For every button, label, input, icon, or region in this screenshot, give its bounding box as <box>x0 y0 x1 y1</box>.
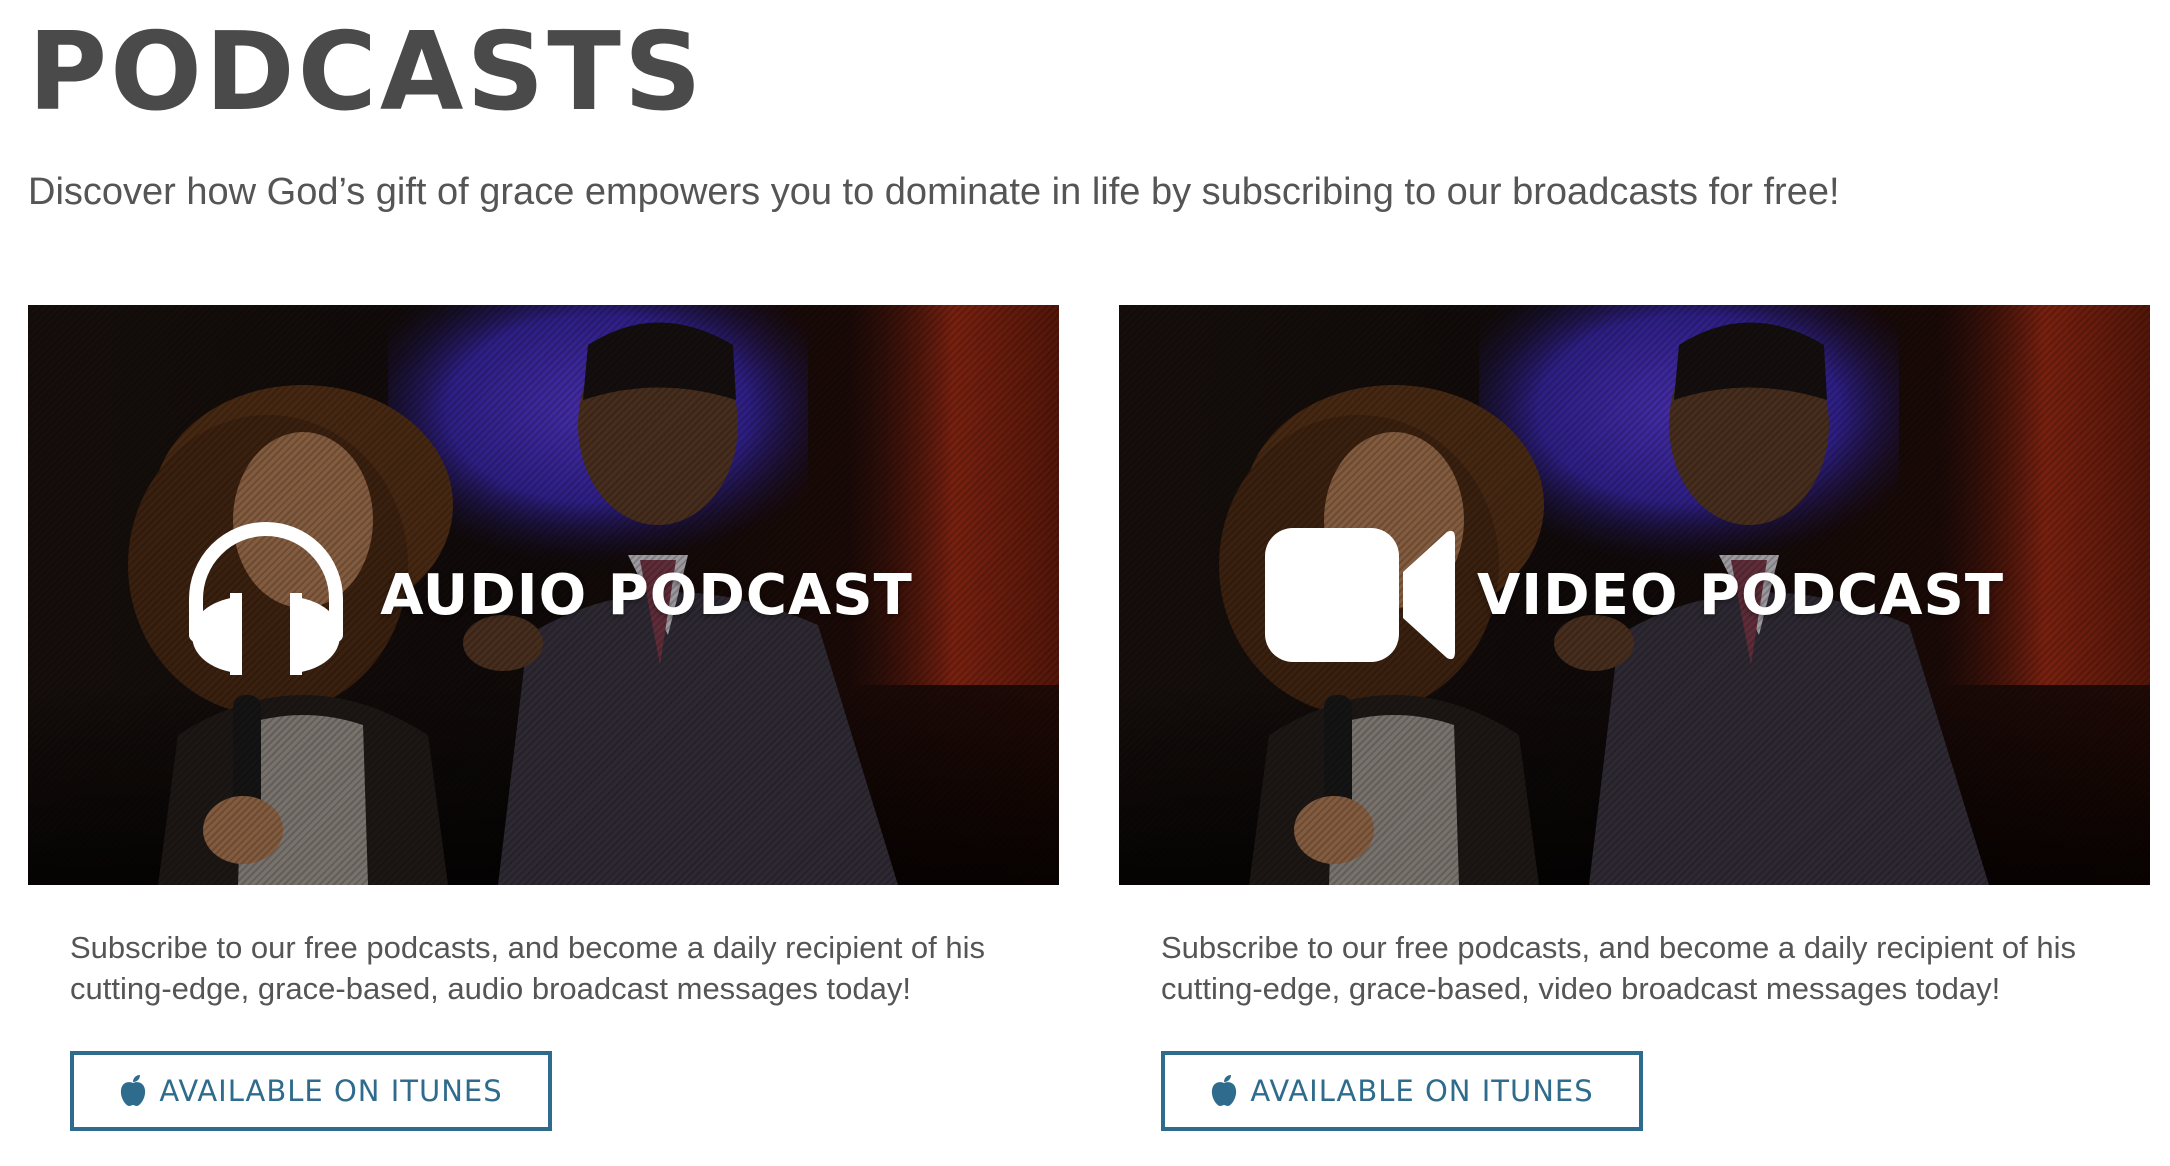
video-podcast-label: VIDEO PODCAST <box>1476 562 2005 628</box>
audio-podcast-label: AUDIO PODCAST <box>380 562 913 628</box>
page-title: PODCASTS <box>28 10 705 135</box>
video-camera-icon <box>1264 528 1455 662</box>
apple-icon <box>1212 1075 1237 1106</box>
audio-podcast-overlay: AUDIO PODCAST <box>28 510 1059 680</box>
video-podcast-overlay: VIDEO PODCAST <box>1119 510 2150 680</box>
apple-icon <box>121 1075 146 1106</box>
headphones-icon <box>189 522 344 675</box>
video-podcast-card: VIDEO PODCAST Subscribe to our free podc… <box>1119 305 2150 1131</box>
page-intro: Discover how God’s gift of grace empower… <box>28 171 1840 213</box>
video-podcast-description: Subscribe to our free podcasts, and beco… <box>1161 930 2077 1006</box>
video-itunes-button-label: AVAILABLE ON ITUNES <box>1250 1074 1594 1108</box>
video-itunes-button[interactable]: AVAILABLE ON ITUNES <box>1161 1051 1643 1131</box>
audio-itunes-button-label: AVAILABLE ON ITUNES <box>159 1074 503 1108</box>
audio-podcast-description: Subscribe to our free podcasts, and beco… <box>70 930 986 1006</box>
audio-itunes-button[interactable]: AVAILABLE ON ITUNES <box>70 1051 552 1131</box>
video-podcast-hero-image[interactable]: VIDEO PODCAST <box>1119 305 2150 885</box>
audio-podcast-hero-image[interactable]: AUDIO PODCAST <box>28 305 1059 885</box>
audio-podcast-card: AUDIO PODCAST Subscribe to our free podc… <box>28 305 1059 1131</box>
